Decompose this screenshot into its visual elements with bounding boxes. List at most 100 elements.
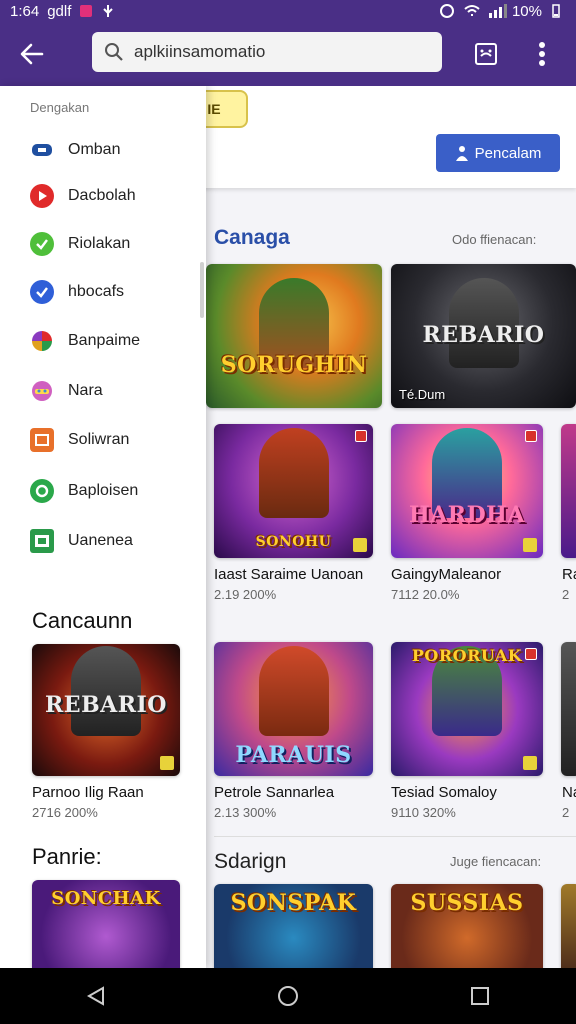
back-button[interactable] (0, 22, 64, 86)
game-tile[interactable]: SORUGHIN (206, 264, 382, 408)
person-icon (455, 146, 468, 161)
game-logo: REBARIO (45, 692, 167, 718)
rating-badge (353, 538, 367, 552)
section-title-2: Sdarign (214, 850, 287, 873)
nav-back-button[interactable] (76, 976, 116, 1016)
rating-badge (160, 756, 174, 770)
game-title[interactable]: GaingyMaleanor (391, 566, 501, 583)
circle-home-icon (278, 986, 298, 1006)
drawer-item-label: Soliwran (68, 431, 130, 448)
game-tile[interactable]: PORORUAK (391, 642, 543, 776)
game-logo: SORUGHIN (220, 352, 368, 378)
game-tile[interactable] (561, 642, 576, 776)
section-link-2[interactable]: Juge fiencacan: (450, 854, 541, 869)
drawer-header: Dengakan (30, 100, 90, 115)
game-meta: 7112 20.0% (391, 587, 460, 602)
drawer-item-label: Uanenea (68, 532, 133, 549)
primary-action-label: Pencalam (474, 144, 542, 162)
game-title[interactable]: Parnoo Ilig Raan (32, 784, 144, 801)
search-input[interactable] (134, 42, 414, 62)
game-tile[interactable] (561, 424, 576, 558)
game-tile[interactable]: SUSSIAS (391, 884, 543, 968)
status-carrier: gdlf (47, 2, 72, 20)
battery-text: 10% (511, 2, 542, 20)
play-icon (30, 184, 54, 208)
section-title-1: Canaga (214, 226, 290, 249)
square-recents-icon (471, 987, 489, 1005)
game-meta: 9110 320% (391, 805, 456, 820)
drawer-item-label: Nara (68, 382, 103, 399)
game-title[interactable]: Petrole Sannarlea (214, 784, 334, 801)
drawer-item-label: hbocafs (68, 283, 125, 300)
verified-icon (30, 280, 54, 304)
navigation-drawer: Dengakan Omban Dacbolah Riolakan hbocafs… (0, 86, 206, 968)
section-link-1[interactable]: Odo ffienacan: (452, 232, 536, 247)
game-title[interactable]: Na (562, 784, 576, 801)
nav-home-button[interactable] (268, 976, 308, 1016)
game-meta: 2.19 200% (214, 587, 277, 602)
drawer-item-label: Omban (68, 141, 121, 158)
game-tile[interactable]: HARDHA (391, 424, 543, 558)
window-icon (30, 428, 54, 452)
drawer-item[interactable]: Banpaime (0, 319, 206, 363)
triangle-back-icon (86, 986, 104, 1006)
store-icon (475, 43, 497, 65)
game-tile[interactable]: SONSPAK (214, 884, 373, 968)
nav-recents-button[interactable] (460, 976, 500, 1016)
game-title[interactable]: Tesiad Somaloy (391, 784, 497, 801)
game-logo: REBARIO (422, 322, 545, 348)
primary-action-button[interactable]: Pencalam (436, 134, 560, 172)
drawer-item[interactable]: Uanenea (0, 519, 206, 563)
drawer-item[interactable]: Riolakan (0, 222, 206, 266)
drawer-item[interactable]: Dacbolah (0, 174, 206, 218)
check-icon (30, 232, 54, 256)
game-tile[interactable]: SONOHU (214, 424, 373, 558)
rating-badge (523, 756, 537, 770)
rating-badge (523, 538, 537, 552)
game-logo: SONOHU (255, 534, 332, 550)
app-bar (0, 22, 576, 86)
section-divider (214, 836, 576, 837)
alarm-icon (439, 4, 454, 18)
game-tile[interactable]: REBARIO Té.Dum (391, 264, 576, 408)
game-tile[interactable]: SONCHAK (32, 880, 180, 968)
drawer-section-title: Panrie: (32, 844, 102, 869)
game-controller-icon (30, 379, 54, 403)
search-bar[interactable] (92, 32, 442, 72)
game-meta: 2 (562, 587, 570, 602)
game-logo: PARAUIS (235, 742, 352, 768)
drawer-item[interactable]: Nara (0, 369, 206, 413)
store-button[interactable] (470, 38, 502, 70)
list-icon (30, 529, 54, 553)
system-nav-bar (0, 968, 576, 1024)
game-title[interactable]: Ra (562, 566, 576, 583)
drawer-item[interactable]: hbocafs (0, 270, 206, 314)
drawer-item[interactable]: Omban (0, 128, 206, 172)
drawer-item-label: Dacbolah (68, 187, 136, 204)
more-vert-icon (539, 42, 545, 66)
drawer-item-label: Riolakan (68, 235, 131, 252)
game-tile[interactable]: REBARIO (32, 644, 180, 776)
app-screen: 1:64 gdlf 10% aplkiinsamomatio IE Pencal… (0, 0, 576, 1024)
usb-icon (101, 4, 115, 18)
game-caption: Té.Dum (399, 387, 446, 402)
game-tile[interactable] (561, 884, 576, 968)
more-options-button[interactable] (526, 38, 558, 70)
status-bar: 1:64 gdlf 10% (0, 0, 576, 22)
game-title[interactable]: Iaast Saraime Uanoan (214, 566, 363, 583)
game-logo: SUSSIAS (410, 890, 524, 916)
arrow-left-icon (20, 43, 44, 65)
status-time: 1:64 (10, 2, 40, 20)
search-icon (105, 43, 123, 61)
game-logo: HARDHA (408, 502, 526, 528)
drawer-item[interactable]: Soliwran (0, 418, 206, 462)
battery-icon (552, 4, 566, 18)
corner-badge (525, 648, 537, 660)
game-logo: SONSPAK (230, 890, 357, 916)
notification-icon (79, 4, 93, 18)
drawer-item-label: Baploisen (68, 482, 139, 499)
drawer-item[interactable]: Baploisen (0, 469, 206, 513)
game-tile[interactable]: PARAUIS (214, 642, 373, 776)
palette-icon (30, 329, 54, 353)
game-logo: PORORUAK (411, 646, 523, 665)
